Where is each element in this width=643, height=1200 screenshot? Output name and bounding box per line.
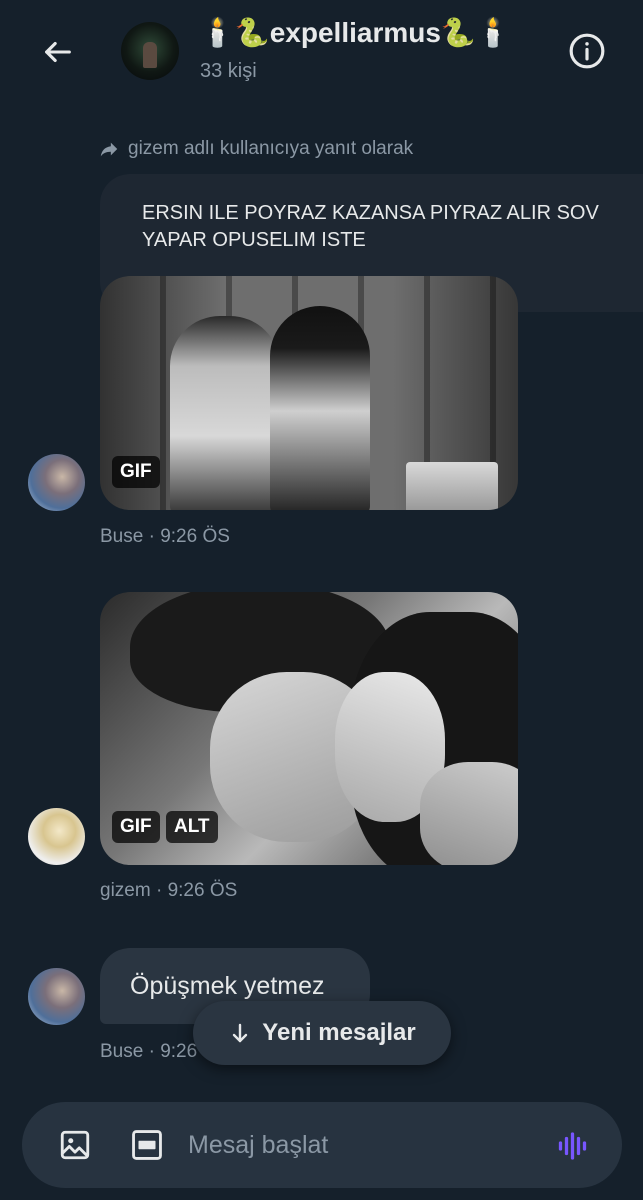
new-messages-button[interactable]: Yeni mesajlar	[193, 1001, 451, 1065]
add-gif-button[interactable]	[128, 1126, 166, 1164]
gif-lamp	[406, 462, 498, 510]
message-input[interactable]	[188, 1124, 528, 1166]
gif-message-1[interactable]: GIF	[100, 276, 518, 510]
arrow-left-icon	[45, 41, 71, 63]
info-button[interactable]	[566, 30, 608, 72]
gif-figure	[270, 306, 370, 510]
arrow-down-icon	[233, 1023, 248, 1043]
back-button[interactable]	[36, 30, 80, 74]
gif-badge: GIF	[112, 456, 160, 488]
reply-context-label: gizem adlı kullanıcıya yanıt olarak	[128, 138, 414, 159]
gif-figure	[170, 316, 280, 510]
gif-icon	[132, 1130, 162, 1160]
avatar-buse[interactable]	[28, 454, 85, 511]
info-icon	[569, 33, 605, 69]
message-meta: gizem · 9:26 ÖS	[100, 880, 238, 901]
avatar-buse[interactable]	[28, 968, 85, 1025]
new-messages-label: Yeni mesajlar	[262, 1019, 416, 1046]
group-title[interactable]: 🕯️🐍expelliarmus🐍🕯️	[200, 16, 511, 49]
gif-badge: GIF	[112, 811, 160, 843]
conversation-header: 🕯️🐍expelliarmus🐍🕯️ 33 kişi	[0, 0, 643, 110]
message-meta: Buse · 9:26	[100, 1041, 198, 1062]
add-image-button[interactable]	[56, 1126, 94, 1164]
image-icon	[60, 1130, 90, 1160]
voice-wave-icon	[558, 1132, 587, 1160]
avatar-gizem[interactable]	[28, 808, 85, 865]
quoted-text-line1: ERSIN ILE POYRAZ KAZANSA PIYRAZ ALIR SOV	[142, 202, 599, 224]
member-count: 33 kişi	[200, 60, 257, 82]
alt-badge[interactable]: ALT	[166, 811, 218, 843]
quoted-text-line2: YAPAR OPUSELIM ISTE	[142, 229, 366, 251]
voice-message-button[interactable]	[554, 1126, 594, 1166]
reply-arrow-icon	[100, 142, 118, 157]
gif-figure	[420, 762, 518, 865]
gif-message-2[interactable]: GIF ALT	[100, 592, 518, 865]
group-avatar[interactable]	[121, 22, 179, 80]
message-meta: Buse · 9:26 ÖS	[100, 526, 230, 547]
reply-context: gizem adlı kullanıcıya yanıt olarak	[98, 138, 413, 160]
message-composer	[22, 1102, 622, 1188]
